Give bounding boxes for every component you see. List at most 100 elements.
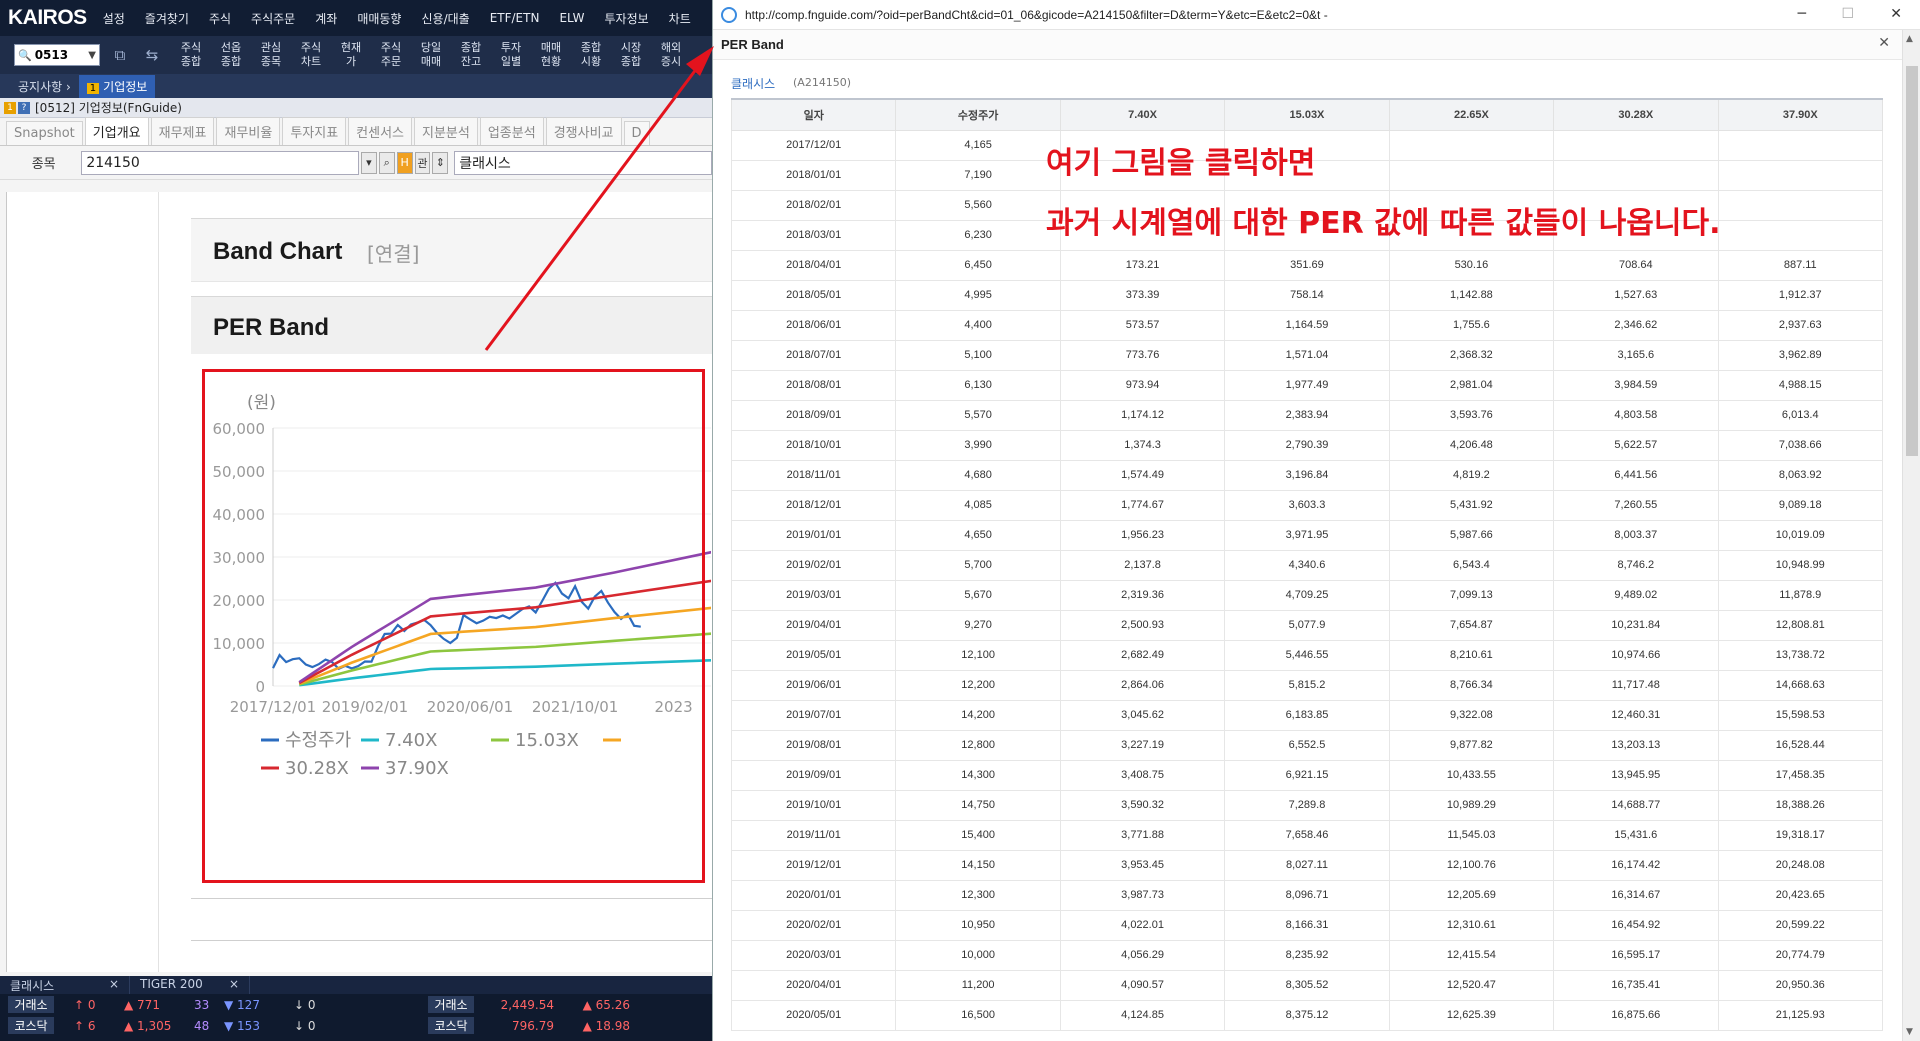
menu-etf-etn[interactable]: ETF/ETN [490, 11, 540, 25]
table-cell: 9,322.08 [1389, 700, 1555, 731]
tab-company-info-5[interactable]: 컨센서스 [348, 117, 412, 145]
table-cell: 2,790.39 [1224, 430, 1390, 461]
table-row: 2019/06/01 12,200 2,864.06 5,815.2 8,766.34 1… [730, 670, 1884, 701]
table-cell: 2019/08/01 [730, 730, 897, 761]
tab-company-info-2[interactable]: 재무제표 [150, 117, 215, 145]
table-cell: 2020/04/01 [730, 970, 897, 1001]
table-cell: 4,819.2 [1389, 460, 1555, 491]
scroll-down-icon[interactable]: ▼ [1906, 1027, 1913, 1037]
tab-snapshot[interactable]: Snapshot [6, 121, 83, 145]
dropdown-icon[interactable]: ▾ [360, 151, 377, 174]
favorite-icon[interactable]: 관 [414, 151, 431, 174]
menu-elw[interactable]: ELW [559, 11, 584, 25]
tab-company-info-6[interactable]: 지분분석 [414, 117, 478, 145]
divider [191, 898, 731, 899]
tab-notice-label: 공지사항 › [18, 80, 71, 94]
toolbar-button[interactable]: 해외 증시 [652, 41, 690, 69]
toolbar-button[interactable]: 종합 시황 [572, 41, 610, 69]
help-icon[interactable]: ? [18, 101, 30, 114]
table-cell: 8,235.92 [1224, 940, 1390, 971]
bottom-tab-tiger200[interactable]: TIGER 200 × [130, 976, 250, 994]
table-cell: 12,310.61 [1389, 910, 1555, 941]
table-cell: 5,700 [895, 550, 1061, 581]
close-icon[interactable]: × [109, 977, 119, 991]
toolbar-button[interactable]: 종합 잔고 [452, 41, 490, 69]
table-cell: 3,962.89 [1718, 340, 1884, 371]
stock-code-value: 214150 [86, 154, 140, 171]
table-cell: 14,688.77 [1553, 790, 1719, 821]
toolbar-button[interactable]: 당일 매매 [412, 41, 450, 69]
stock-code-input[interactable]: 214150 [81, 150, 359, 175]
per-band-chart[interactable]: (원) 60,000 50,000 40,000 30,000 20,000 10,000 0… [203, 368, 711, 880]
toolbar-button[interactable]: 관심 종목 [252, 41, 290, 69]
y-tick-label: 10,000 [213, 635, 266, 653]
up-down-icon[interactable]: ⇕ [432, 151, 449, 174]
maximize-icon[interactable]: ☐ [1841, 6, 1854, 22]
table-cell: 1,956.23 [1060, 520, 1226, 551]
toolbar-button-line2: 종목 [260, 55, 282, 68]
menu-account[interactable]: 계좌 [315, 10, 337, 27]
search-icon[interactable]: ⌕ [378, 151, 395, 174]
vertical-scrollbar[interactable]: ▲ ▼ [1902, 30, 1920, 1041]
tab-company-info-9[interactable]: D [623, 121, 650, 145]
menu-stock-order[interactable]: 주식주문 [251, 10, 295, 27]
toolbar-button[interactable]: 주식 종합 [172, 41, 210, 69]
swap-icon[interactable]: ⇆ [140, 44, 164, 66]
scroll-up-icon[interactable]: ▲ [1906, 34, 1913, 44]
table-cell: 1,755.6 [1389, 310, 1555, 341]
menu-stock[interactable]: 주식 [209, 10, 231, 27]
table-cell: 15,431.6 [1553, 820, 1719, 851]
per-band-chart-svg[interactable]: (원) 60,000 50,000 40,000 30,000 20,000 10,000 0… [203, 368, 711, 880]
chevron-down-icon[interactable]: ▼ [88, 50, 96, 61]
menu-settings[interactable]: 설정 [103, 10, 125, 27]
index-name: 코스닥 [428, 1017, 474, 1034]
table-cell: 2018/09/01 [730, 400, 897, 431]
table-cell: 15,400 [895, 820, 1061, 851]
history-icon[interactable]: H [396, 151, 413, 174]
tab-company-info-1[interactable]: 기업개요 [84, 117, 149, 145]
toolbar-button[interactable]: 매매 현황 [532, 41, 570, 69]
copy-window-icon[interactable]: ⧉ [108, 44, 132, 66]
screen-code-input[interactable]: 🔍 0513 ▼ [14, 44, 100, 66]
x-tick-label: 2023 [655, 698, 693, 716]
toolbar-button[interactable]: 시장 종합 [612, 41, 650, 69]
menu-trading-trend[interactable]: 매매동향 [357, 10, 401, 27]
limit-up-count: ↑ 0 [74, 997, 96, 1012]
scrollbar-thumb[interactable] [1906, 66, 1918, 456]
toolbar-button-line1: 현재 [340, 41, 362, 54]
toolbar-button[interactable]: 선옵 종합 [212, 41, 250, 69]
table-cell: 12,808.81 [1718, 610, 1884, 641]
table-cell: 14,750 [895, 790, 1061, 821]
table-cell: 14,150 [895, 850, 1061, 881]
tab-company-info-3[interactable]: 재무비율 [216, 117, 281, 145]
fall-count: ▼ 153 [224, 1018, 260, 1033]
tab-company-info[interactable]: 1 기업정보 [78, 75, 156, 98]
table-cell: 2018/11/01 [730, 460, 897, 491]
toolbar-button[interactable]: 주식 주문 [372, 41, 410, 69]
tab-notice[interactable]: 공지사항 › [10, 75, 79, 98]
annotation-line-1: 여기 그림을 클릭하면 [1046, 146, 1316, 181]
close-icon[interactable]: ✕ [1878, 35, 1890, 51]
menu-investment-info[interactable]: 투자정보 [604, 10, 648, 27]
toolbar-button-line1: 해외 [660, 41, 682, 54]
toolbar-button[interactable]: 주식 차트 [292, 41, 330, 69]
column-header: 수정주가 [895, 98, 1061, 131]
tab-company-info-7[interactable]: 업종분석 [479, 117, 544, 145]
toolbar-button[interactable]: 투자 일별 [492, 41, 530, 69]
address-url[interactable]: http://comp.fnguide.com/?oid=perBandCht&… [745, 8, 1328, 22]
index-change: ▲ 18.98 [582, 1018, 630, 1033]
tab-company-info-8[interactable]: 경쟁사비교 [545, 117, 622, 145]
table-cell: 3,987.73 [1060, 880, 1226, 911]
close-icon[interactable]: × [229, 977, 239, 991]
table-cell: 1,574.49 [1060, 460, 1226, 491]
toolbar-button-line2: 매매 [420, 55, 442, 68]
minimize-icon[interactable]: ─ [1798, 6, 1806, 22]
menu-favorites[interactable]: 즐겨찾기 [145, 10, 189, 27]
tab-company-info-4[interactable]: 투자지표 [282, 117, 347, 145]
close-icon[interactable]: ✕ [1890, 6, 1902, 22]
menu-credit-loan[interactable]: 신용/대출 [421, 10, 469, 27]
toolbar-button[interactable]: 현재 가 [332, 41, 370, 69]
table-cell: 3,165.6 [1553, 340, 1719, 371]
bottom-tab-classys[interactable]: 클래시스 × [0, 976, 130, 994]
menu-chart[interactable]: 차트 [669, 10, 691, 27]
